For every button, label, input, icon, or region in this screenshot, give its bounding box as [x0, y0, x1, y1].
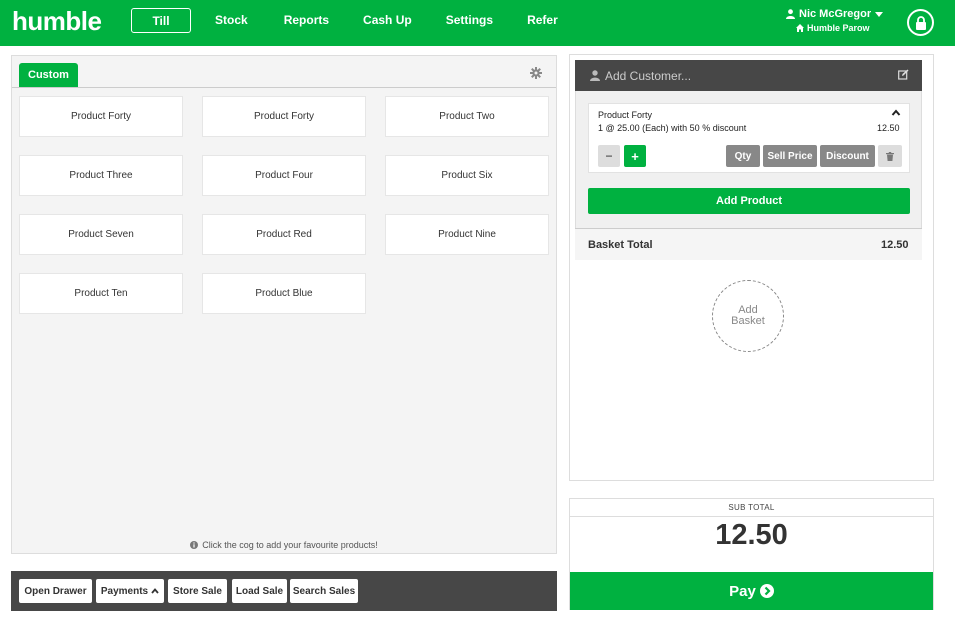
nav-refer[interactable]: Refer — [511, 8, 574, 33]
user-menu[interactable]: Nic McGregor Humble Parow — [786, 8, 886, 33]
product-tile[interactable]: Product Six — [385, 155, 549, 196]
store-name: Humble Parow — [807, 23, 870, 33]
product-tile[interactable]: Product Blue — [202, 273, 366, 314]
decrease-qty-button[interactable]: − — [598, 145, 620, 167]
gear-icon[interactable] — [530, 67, 542, 79]
lock-button[interactable] — [907, 9, 934, 36]
subtotal-panel: SUB TOTAL 12.50 Pay — [569, 498, 934, 610]
tab-custom[interactable]: Custom — [19, 63, 78, 87]
basket-total-value: 12.50 — [881, 239, 909, 251]
main-nav: Till Stock Reports Cash Up Settings Refe… — [131, 8, 576, 33]
subtotal-value: 12.50 — [715, 519, 788, 551]
nav-till[interactable]: Till — [131, 8, 191, 33]
edit-icon[interactable] — [898, 69, 909, 80]
add-basket-button[interactable]: Add Basket — [712, 280, 784, 352]
basket-total-label: Basket Total — [588, 239, 653, 251]
home-icon — [796, 24, 804, 32]
user-icon — [590, 70, 600, 81]
store-sale-button[interactable]: Store Sale — [168, 579, 227, 603]
product-tile[interactable]: Product Three — [19, 155, 183, 196]
trash-icon — [886, 151, 894, 161]
basket-panel: Add Customer... Product Forty 1 @ 25.00 … — [569, 54, 934, 481]
info-icon — [190, 541, 199, 549]
basket-line-item[interactable]: Product Forty 1 @ 25.00 (Each) with 50 %… — [588, 103, 910, 173]
discount-button[interactable]: Discount — [820, 145, 875, 167]
chevron-circle-right-icon — [759, 584, 774, 598]
nav-reports[interactable]: Reports — [268, 8, 345, 33]
pay-label: Pay — [729, 582, 756, 600]
user-name: Nic McGregor — [799, 8, 872, 20]
products-panel: Custom Product Forty Product Forty Produ… — [11, 55, 557, 554]
product-tile[interactable]: Product Forty — [202, 96, 366, 137]
product-tile[interactable]: Product Two — [385, 96, 549, 137]
increase-qty-button[interactable]: + — [624, 145, 646, 167]
line-item-detail: 1 @ 25.00 (Each) with 50 % discount — [598, 123, 747, 133]
line-item-price: 12.50 — [877, 123, 900, 133]
nav-settings[interactable]: Settings — [430, 8, 509, 33]
store-row: Humble Parow — [786, 23, 886, 33]
nav-cash-up[interactable]: Cash Up — [347, 8, 428, 33]
product-tile[interactable]: Product Red — [202, 214, 366, 255]
load-sale-button[interactable]: Load Sale — [232, 579, 287, 603]
payments-label: Payments — [100, 585, 149, 597]
hint-text: Click the cog to add your favourite prod… — [202, 540, 378, 550]
add-customer-label: Add Customer... — [605, 68, 692, 83]
caret-down-icon — [875, 11, 884, 17]
qty-button[interactable]: Qty — [726, 145, 760, 167]
lock-icon — [915, 15, 926, 30]
delete-line-button[interactable] — [878, 145, 902, 167]
open-drawer-button[interactable]: Open Drawer — [19, 579, 92, 603]
product-tile[interactable]: Product Nine — [385, 214, 549, 255]
humble-logo[interactable]: humble — [12, 6, 102, 37]
add-customer-bar[interactable]: Add Customer... — [575, 60, 922, 91]
product-tile[interactable]: Product Seven — [19, 214, 183, 255]
search-sales-button[interactable]: Search Sales — [290, 579, 358, 603]
sell-price-button[interactable]: Sell Price — [763, 145, 817, 167]
subtotal-label: SUB TOTAL — [570, 499, 933, 517]
add-product-button[interactable]: Add Product — [588, 188, 910, 214]
product-tile[interactable]: Product Four — [202, 155, 366, 196]
user-icon — [786, 9, 795, 19]
basket-total-row: Basket Total 12.50 — [575, 228, 922, 260]
chevron-up-icon — [151, 588, 159, 594]
product-tile[interactable]: Product Forty — [19, 96, 183, 137]
payments-button[interactable]: Payments — [96, 579, 164, 603]
chevron-up-icon[interactable] — [891, 109, 901, 116]
products-tab-bar: Custom — [12, 56, 556, 88]
favourites-hint: Click the cog to add your favourite prod… — [12, 540, 556, 550]
user-name-row[interactable]: Nic McGregor — [786, 8, 886, 20]
add-basket-line2: Basket — [731, 315, 765, 327]
line-item-name: Product Forty — [598, 110, 653, 120]
top-nav-bar: humble Till Stock Reports Cash Up Settin… — [0, 0, 955, 46]
product-tile[interactable]: Product Ten — [19, 273, 183, 314]
action-bar: Open Drawer Payments Store Sale Load Sal… — [11, 571, 557, 611]
nav-stock[interactable]: Stock — [199, 8, 264, 33]
pay-button[interactable]: Pay — [570, 572, 933, 610]
